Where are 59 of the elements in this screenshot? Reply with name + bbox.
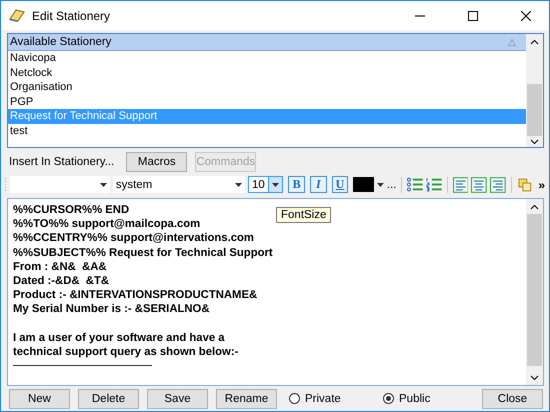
- text-color-swatch[interactable]: [353, 177, 374, 192]
- stationery-icon: [8, 8, 25, 23]
- tooltip: FontSize: [276, 207, 332, 223]
- editor-line: Product :- &INTERVATIONSPRODUCTNAME&: [13, 288, 258, 302]
- editor-line: My Serial Number is :- &SERIALNO&: [13, 302, 210, 317]
- editor-line: I am a user of your software and have a: [13, 330, 225, 346]
- message-editor[interactable]: [7, 198, 544, 386]
- insert-label: Insert In Stationery...: [9, 156, 114, 168]
- sort-triangle-icon: [508, 38, 516, 46]
- action-button[interactable]: Rename: [216, 388, 277, 408]
- scroll-up-icon: [530, 39, 539, 45]
- dropdown-caret-icon: [272, 182, 280, 186]
- list-item[interactable]: PGP: [8, 94, 526, 110]
- editor-line: From : &N& &A&: [13, 260, 107, 274]
- editor-line: technical support query as shown below:-: [13, 345, 238, 360]
- maximize-icon: [468, 10, 478, 20]
- toolbar-overflow[interactable]: »: [538, 178, 546, 192]
- action-button[interactable]: Delete: [78, 388, 139, 408]
- insert-button[interactable]: Macros: [126, 152, 188, 172]
- italic-button[interactable]: I: [310, 176, 327, 193]
- dropdown-caret-icon: [100, 182, 107, 186]
- editor-line: %%CCENTRY%% support@intervations.com: [13, 231, 254, 246]
- scrollbar[interactable]: [526, 199, 543, 385]
- scroll-down-icon: [530, 139, 539, 145]
- radio-button[interactable]: [289, 393, 300, 404]
- window-title: Edit Stationery: [32, 8, 112, 22]
- dropdown-caret-icon: [376, 182, 384, 186]
- radio-label[interactable]: Public: [399, 392, 430, 404]
- scroll-down-icon: [530, 375, 539, 381]
- list-item[interactable]: Netclock: [8, 66, 526, 80]
- more-options[interactable]: ...: [386, 178, 396, 190]
- dropdown-caret-icon: [235, 182, 242, 186]
- font-name-dropdown[interactable]: system: [112, 176, 245, 193]
- stationery-insert-icon: [516, 176, 532, 192]
- list-item[interactable]: test: [8, 124, 526, 139]
- bold-button[interactable]: B: [288, 176, 305, 193]
- editor-line: %%SUBJECT%% Request for Technical Support: [13, 246, 273, 260]
- radio-button[interactable]: [383, 393, 394, 404]
- bulleted-list-icon: [407, 177, 424, 192]
- align-center-icon: [471, 176, 488, 192]
- column-header[interactable]: Available Stationery: [8, 34, 526, 51]
- toolbar-grip-icon: [4, 176, 7, 192]
- editor-line: %%CURSOR%% END: [13, 203, 130, 218]
- align-right-icon: [490, 176, 506, 192]
- list-item[interactable]: Organisation: [8, 80, 526, 95]
- action-button[interactable]: New: [9, 388, 70, 408]
- editor-line: Dated :-&D& &T&: [13, 274, 110, 288]
- radio-label[interactable]: Private: [305, 392, 341, 404]
- close-dialog-button[interactable]: Close: [482, 388, 543, 408]
- font-size-dropdown[interactable]: 10: [248, 176, 284, 193]
- underline-button[interactable]: U: [332, 176, 348, 193]
- editor-line: %%TO%% support@mailcopa.com: [13, 217, 200, 232]
- close-icon: [521, 10, 531, 20]
- list-item[interactable]: Navicopa: [8, 51, 526, 66]
- numbered-list-icon: [426, 177, 442, 192]
- action-button[interactable]: Save: [147, 388, 208, 408]
- scroll-up-icon: [530, 204, 539, 210]
- scrollbar[interactable]: [526, 34, 543, 147]
- align-left-icon: [452, 176, 468, 192]
